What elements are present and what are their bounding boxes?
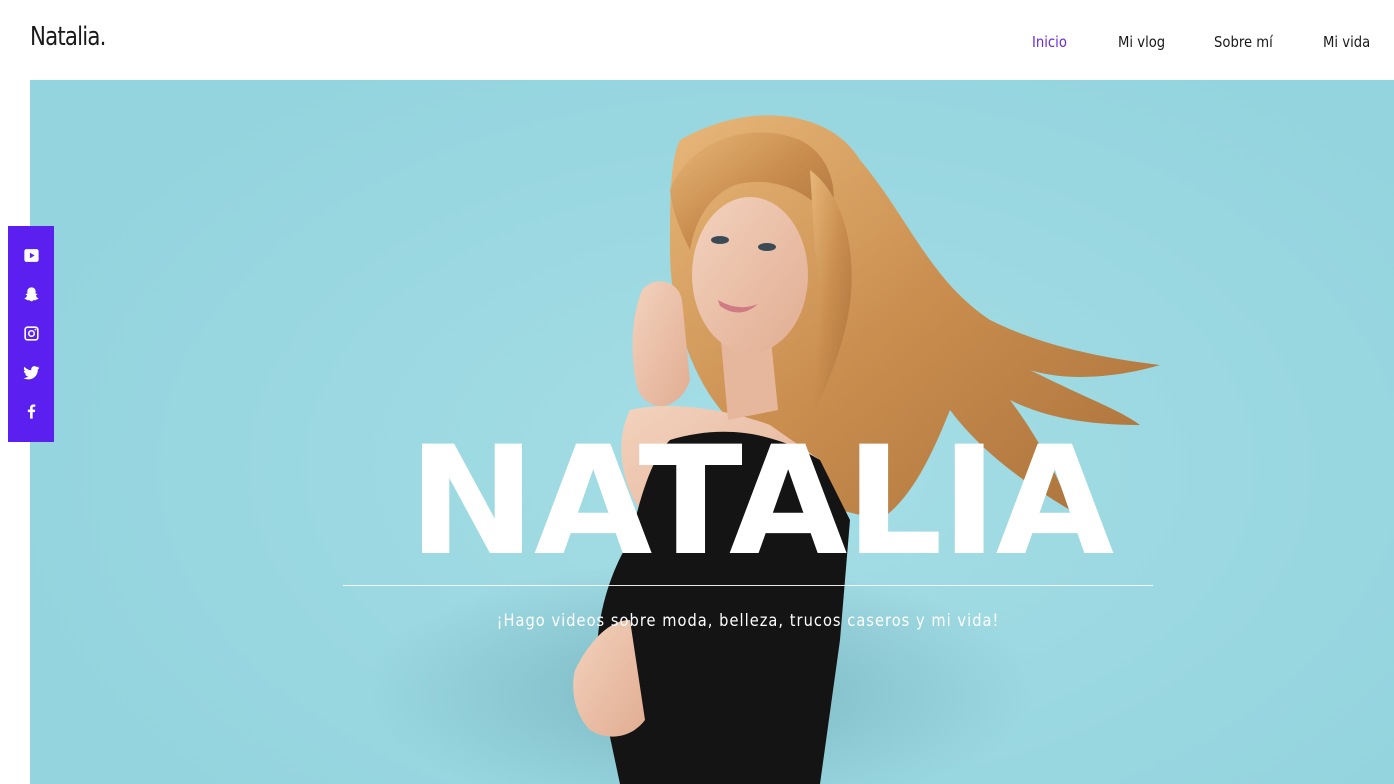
instagram-icon [23, 326, 39, 341]
social-sidebar [8, 226, 54, 442]
nav-item-mi-vida[interactable]: Mi vida [1323, 33, 1370, 51]
snapchat-link[interactable] [8, 275, 54, 314]
main-nav: Inicio Mi vlog Sobre mí Mi vida [0, 33, 1394, 55]
nav-item-mi-vlog[interactable]: Mi vlog [1118, 33, 1165, 51]
youtube-icon [23, 249, 39, 262]
nav-item-inicio[interactable]: Inicio [1032, 33, 1067, 51]
hero-subtitle: ¡Hago videos sobre moda, belleza, trucos… [496, 611, 1000, 631]
twitter-link[interactable] [8, 353, 54, 392]
site-header: Natalia. Inicio Mi vlog Sobre mí Mi vida [0, 0, 1394, 80]
hero-section: NATALIA ¡Hago videos sobre moda, belleza… [30, 80, 1394, 784]
nav-item-sobre-mi[interactable]: Sobre mí [1214, 33, 1273, 51]
instagram-link[interactable] [8, 314, 54, 353]
hero-title: NATALIA [407, 415, 1114, 589]
facebook-icon [27, 404, 35, 419]
hero-divider [343, 585, 1153, 586]
snapchat-icon [23, 287, 39, 302]
twitter-icon [22, 366, 39, 380]
youtube-link[interactable] [8, 236, 54, 275]
facebook-link[interactable] [8, 392, 54, 431]
